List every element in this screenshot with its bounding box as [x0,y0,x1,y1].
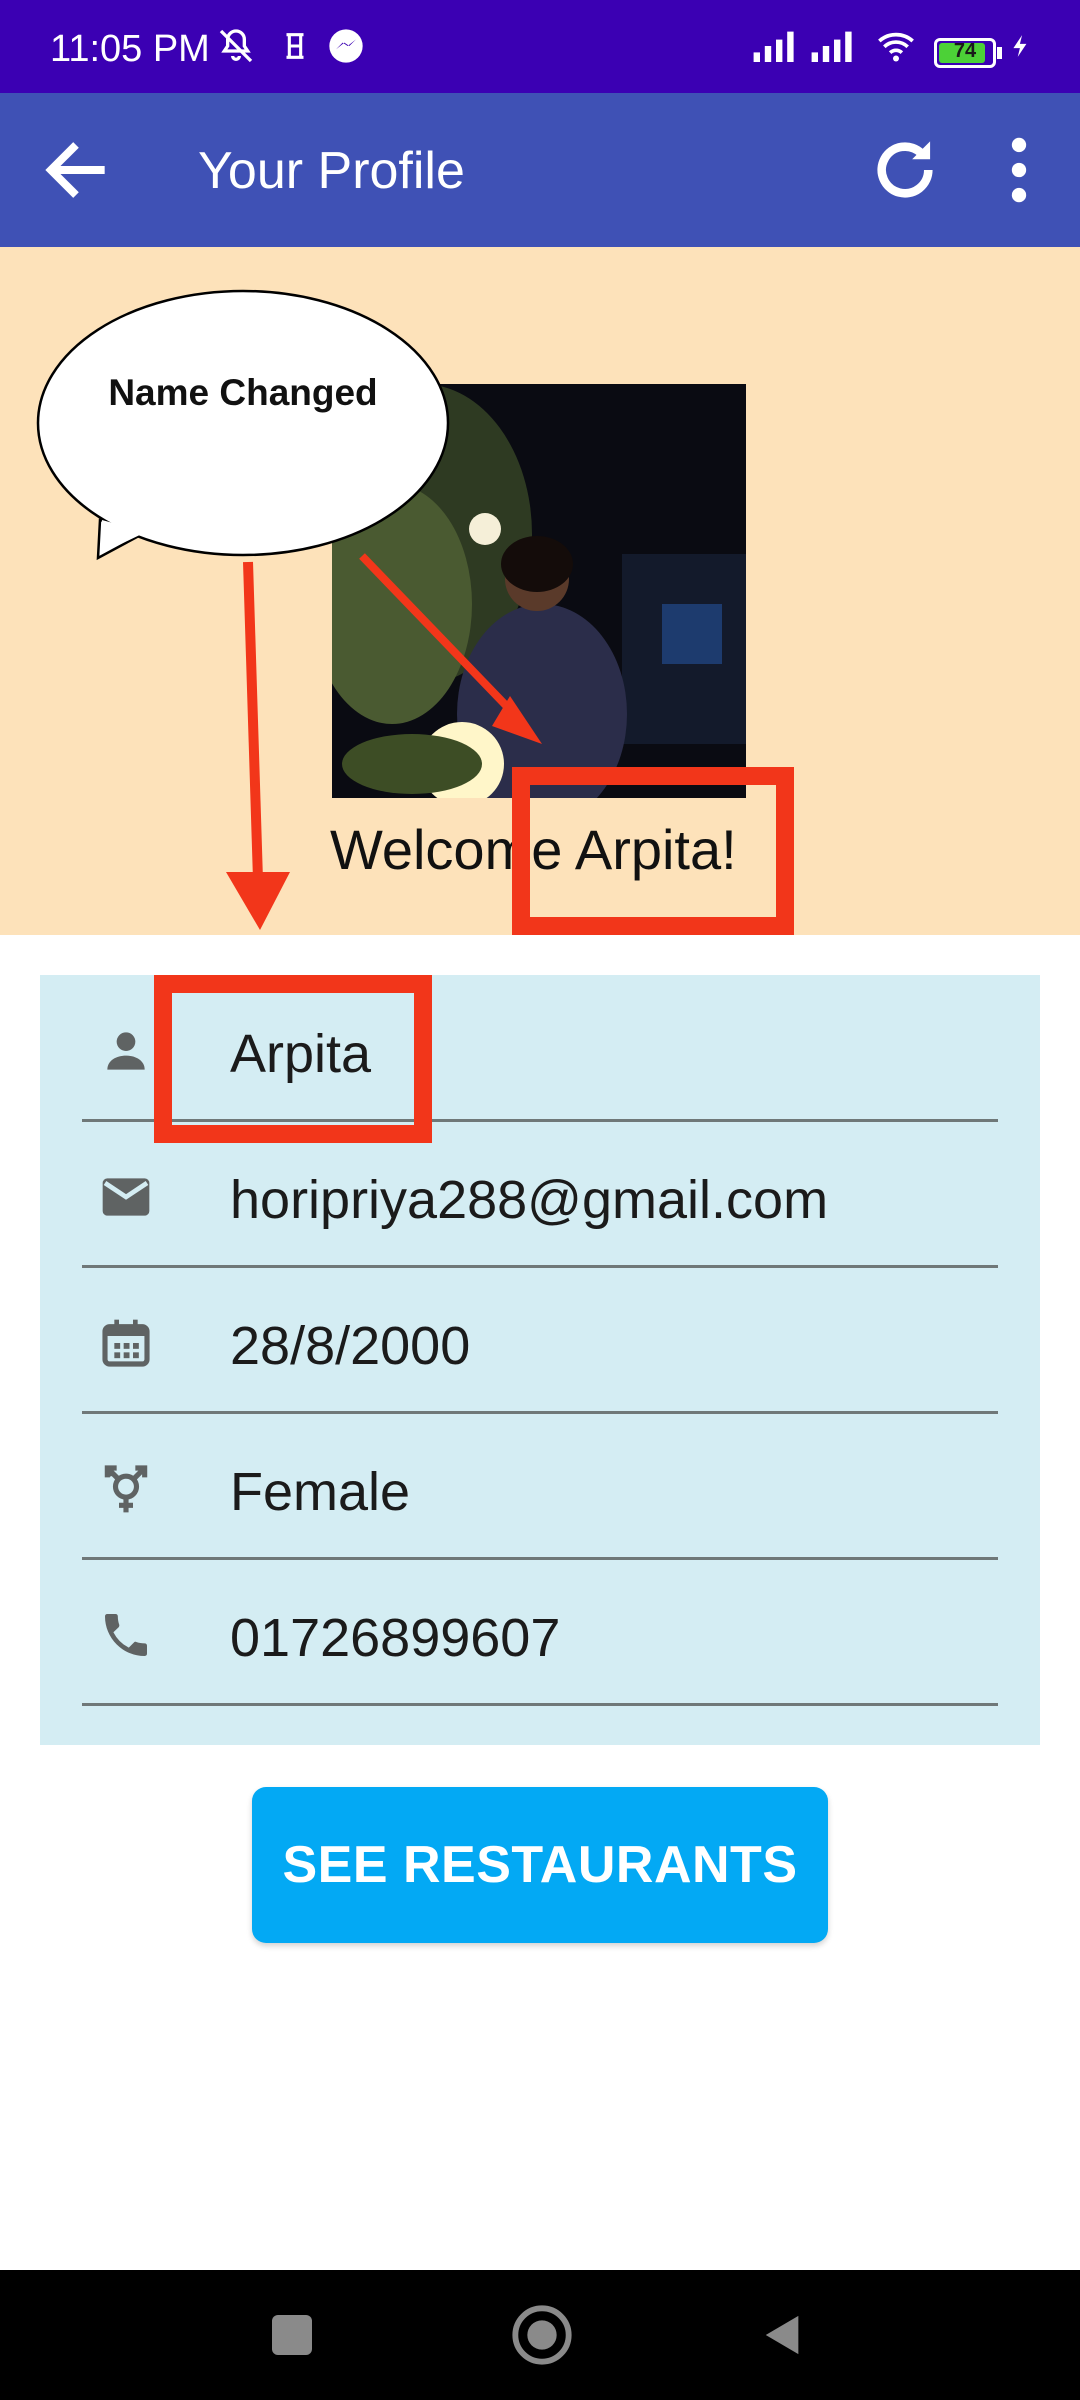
page-title: Your Profile [198,142,465,200]
signal-icon-2 [811,31,852,62]
dob-value: 28/8/2000 [230,1316,471,1376]
battery-icon: 74 [934,38,996,68]
phone-value: 01726899607 [230,1608,561,1668]
calendar-icon [102,1319,150,1367]
wifi-icon [878,32,914,62]
home-button[interactable] [510,2303,574,2367]
refresh-icon[interactable] [862,127,948,213]
battery-tip [997,47,1002,59]
status-bar: 11:05 PM 74 [0,0,1080,93]
charging-icon [1013,35,1027,57]
phone-field[interactable]: 01726899607 [82,1559,998,1706]
messenger-icon [329,29,363,63]
phone-icon [105,1614,147,1656]
callout-text: Name Changed [108,372,378,413]
battery-level: 74 [953,40,977,62]
mute-notification-icon [219,29,253,63]
gender-icon [104,1465,148,1513]
recents-button[interactable] [272,2315,312,2355]
dob-field[interactable]: 28/8/2000 [82,1267,998,1414]
back-arrow-icon[interactable] [33,127,119,213]
profile-photo [332,384,746,798]
email-value: horipriya288@gmail.com [230,1170,829,1230]
back-button[interactable] [760,2310,806,2360]
app-notification-icon [286,33,304,59]
email-icon [102,1178,150,1216]
person-icon [107,1032,145,1070]
annotation-highlight-name [154,975,432,1143]
app-bar: Your Profile [0,93,1080,247]
see-restaurants-button[interactable]: SEE RESTAURANTS [252,1787,828,1943]
more-options-icon[interactable] [976,127,1062,213]
gender-value: Female [230,1462,411,1522]
navigation-bar [0,2270,1080,2400]
email-field[interactable]: horipriya288@gmail.com [82,1121,998,1268]
annotation-highlight-welcome [512,767,794,935]
signal-icon [753,31,794,62]
status-time: 11:05 PM [50,28,210,70]
gender-field[interactable]: Female [82,1413,998,1560]
